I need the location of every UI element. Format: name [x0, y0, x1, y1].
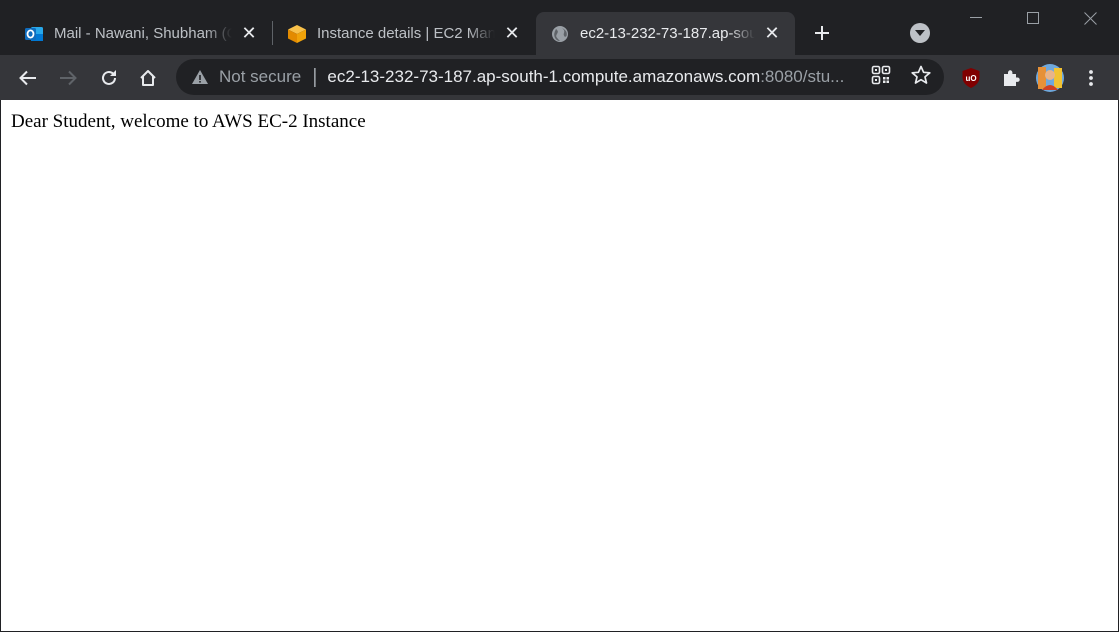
qr-code-icon — [871, 65, 891, 85]
url-path[interactable]: :8080/stu... — [760, 67, 844, 87]
home-icon — [140, 70, 156, 86]
page-viewport: Dear Student, welcome to AWS EC-2 Instan… — [1, 100, 1118, 631]
close-icon — [1083, 11, 1097, 25]
page-body-text: Dear Student, welcome to AWS EC-2 Instan… — [11, 111, 366, 132]
minimize-icon — [970, 17, 982, 18]
profile-button[interactable] — [1034, 62, 1066, 94]
address-bar[interactable]: Not secure | ec2-13-232-73-187.ap-south-… — [176, 59, 944, 95]
outlook-icon — [24, 24, 44, 44]
chevron-down-icon — [915, 29, 925, 36]
arrow-left-icon — [19, 70, 36, 86]
tab-strip: Mail - Nawani, Shubham (C ✕ Instance det… — [0, 0, 1119, 55]
url-host[interactable]: ec2-13-232-73-187.ap-south-1.compute.ama… — [327, 67, 760, 87]
browser-window: Mail - Nawani, Shubham (C ✕ Instance det… — [0, 0, 1119, 632]
tab-search-button[interactable] — [910, 23, 930, 43]
arrow-right-icon — [60, 70, 77, 86]
divider: | — [312, 65, 318, 88]
puzzle-icon — [1004, 70, 1020, 86]
ublock-extension-button[interactable]: uO — [955, 62, 987, 94]
close-window-button[interactable] — [1062, 0, 1118, 36]
tab-title: Instance details | EC2 Mana — [317, 25, 495, 42]
more-vertical-icon — [1089, 70, 1093, 86]
close-icon[interactable]: ✕ — [240, 23, 258, 43]
extensions-button[interactable] — [995, 62, 1027, 94]
close-icon[interactable]: ✕ — [503, 23, 521, 43]
menu-button[interactable] — [1075, 62, 1107, 94]
ublock-shield-icon: uO — [962, 68, 980, 88]
reload-button[interactable] — [93, 62, 125, 94]
qr-code-button[interactable] — [870, 64, 892, 86]
forward-button[interactable] — [52, 62, 84, 94]
new-tab-button[interactable] — [808, 19, 836, 47]
avatar — [1036, 64, 1064, 92]
star-icon — [911, 65, 931, 84]
toolbar: Not secure | ec2-13-232-73-187.ap-south-… — [0, 55, 1119, 100]
tab-mail[interactable]: Mail - Nawani, Shubham (C ✕ — [0, 12, 272, 55]
tab-ec2-console[interactable]: Instance details | EC2 Mana ✕ — [273, 12, 535, 55]
security-status[interactable]: Not secure — [219, 67, 301, 87]
maximize-button[interactable] — [1005, 0, 1061, 36]
svg-text:uO: uO — [965, 74, 976, 83]
reload-icon — [102, 70, 116, 85]
close-icon[interactable]: ✕ — [763, 23, 781, 43]
plus-icon — [815, 26, 829, 40]
home-button[interactable] — [132, 62, 164, 94]
tab-title: ec2-13-232-73-187.ap-sout — [580, 25, 755, 42]
globe-icon — [550, 24, 570, 44]
bookmark-star-button[interactable] — [910, 64, 932, 86]
minimize-button[interactable] — [948, 0, 1004, 36]
tab-title: Mail - Nawani, Shubham (C — [54, 25, 232, 42]
maximize-icon — [1027, 12, 1039, 24]
tab-instance-page[interactable]: ec2-13-232-73-187.ap-sout ✕ — [536, 12, 795, 55]
aws-box-icon — [287, 24, 307, 44]
back-button[interactable] — [12, 62, 44, 94]
warning-icon[interactable] — [191, 68, 209, 86]
